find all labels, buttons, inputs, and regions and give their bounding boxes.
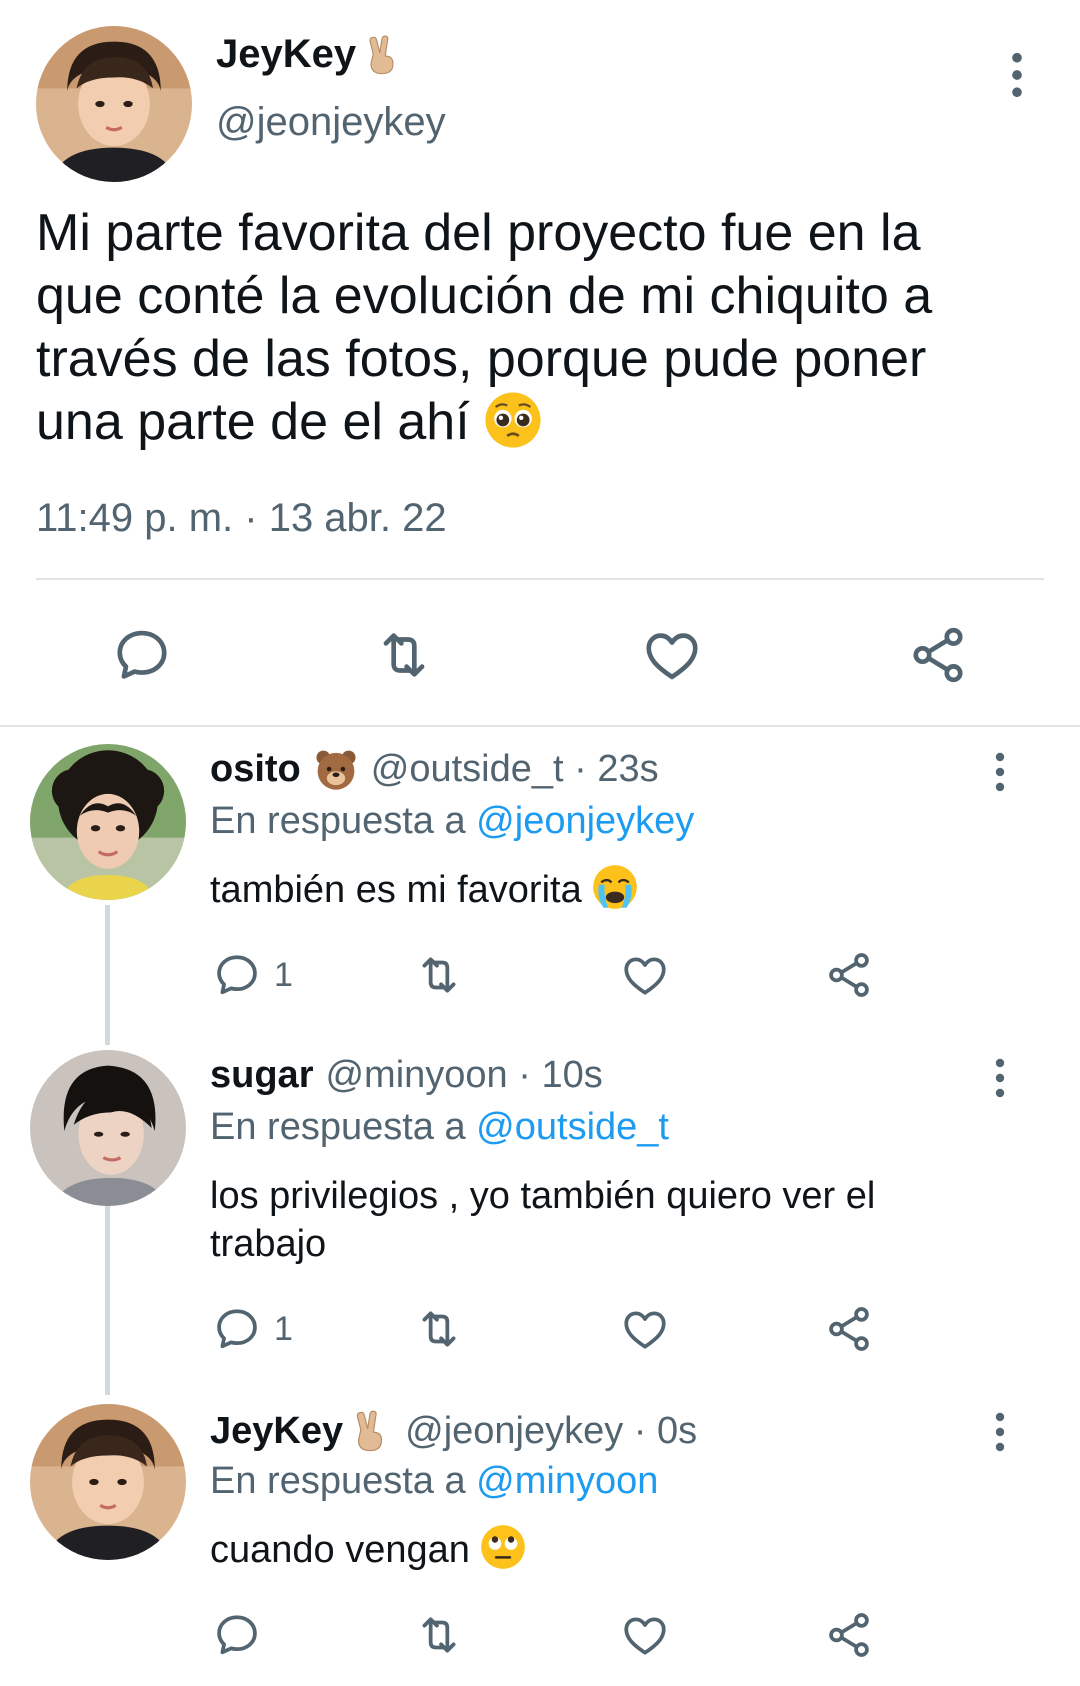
reply-button[interactable]: 1 (212, 950, 293, 1000)
author-name-row[interactable]: JeyKey (216, 32, 404, 77)
mention-link[interactable]: @jeonjeykey (476, 800, 694, 842)
more-options-icon[interactable] (990, 752, 1010, 792)
reply-button[interactable] (212, 1610, 262, 1660)
replying-to: En respuesta a @minyoon (210, 1460, 659, 1502)
tweet-text: Mi parte favorita del proyecto fue en la… (36, 202, 1036, 454)
reply-header[interactable]: sugar @minyoon · 10s (210, 1054, 603, 1097)
reply-author-name[interactable]: sugar (210, 1054, 313, 1097)
like-icon (641, 624, 703, 686)
reply-header[interactable]: JeyKey @jeonjeykey · 0s (210, 1408, 697, 1454)
retweet-icon (414, 1610, 464, 1660)
reply-icon (212, 950, 262, 1000)
reply-button[interactable]: 1 (212, 1304, 293, 1354)
reply-author-name[interactable]: osito (210, 748, 301, 791)
retweet-button[interactable] (414, 1610, 464, 1660)
reply-handle-time[interactable]: @outside_t · 23s (371, 748, 659, 791)
reply-text: también es mi favorita (210, 864, 638, 914)
replying-to: En respuesta a @jeonjeykey (210, 800, 695, 842)
reply-icon (212, 1610, 262, 1660)
reply-header[interactable]: osito @outside_t · 23s (210, 746, 659, 792)
retweet-button[interactable] (368, 622, 440, 688)
reply-avatar[interactable] (30, 1050, 186, 1206)
share-icon (824, 950, 874, 1000)
share-button[interactable] (902, 622, 974, 688)
retweet-icon (414, 950, 464, 1000)
reply-icon (111, 624, 173, 686)
retweet-icon (414, 1304, 464, 1354)
like-button[interactable] (620, 1304, 670, 1354)
divider (0, 725, 1080, 727)
reply-avatar[interactable] (30, 1404, 186, 1560)
author-handle[interactable]: @jeonjeykey (216, 100, 446, 145)
reply-text: los privilegios , yo también quiero ver … (210, 1175, 876, 1265)
replying-to: En respuesta a @outside_t (210, 1106, 669, 1148)
tweet-timestamp[interactable]: 11:49 p. m. · 13 abr. 22 (36, 496, 447, 541)
like-icon (620, 1304, 670, 1354)
share-icon (824, 1304, 874, 1354)
more-options-icon[interactable] (990, 1412, 1010, 1452)
victory-hand-emoji-icon (360, 33, 404, 77)
share-icon (824, 1610, 874, 1660)
reply-author-name[interactable]: JeyKey (210, 1410, 343, 1453)
reply-count: 1 (274, 1309, 293, 1348)
author-avatar[interactable] (36, 26, 192, 182)
reply-handle-time[interactable]: @minyoon · 10s (325, 1054, 602, 1097)
like-icon (620, 1610, 670, 1660)
retweet-button[interactable] (414, 1304, 464, 1354)
thread-line (105, 905, 110, 1045)
reply-text: cuando vengan (210, 1524, 526, 1574)
more-options-icon[interactable] (1005, 52, 1029, 98)
share-button[interactable] (824, 1610, 874, 1660)
bear-emoji-icon (313, 746, 359, 792)
like-button[interactable] (620, 950, 670, 1000)
retweet-icon (373, 624, 435, 686)
mention-link[interactable]: @outside_t (476, 1106, 669, 1148)
like-icon (620, 950, 670, 1000)
reply-icon (212, 1304, 262, 1354)
share-icon (907, 624, 969, 686)
more-options-icon[interactable] (990, 1058, 1010, 1098)
share-button[interactable] (824, 1304, 874, 1354)
mention-link[interactable]: @minyoon (476, 1460, 658, 1502)
pleading-face-emoji-icon (484, 391, 542, 449)
divider (36, 578, 1044, 580)
crying-face-emoji-icon (592, 864, 638, 910)
like-button[interactable] (636, 622, 708, 688)
reply-avatar[interactable] (30, 744, 186, 900)
author-name[interactable]: JeyKey (216, 32, 356, 77)
share-button[interactable] (824, 950, 874, 1000)
thread-line (105, 1205, 110, 1395)
reply-handle-time[interactable]: @jeonjeykey · 0s (405, 1410, 697, 1453)
like-button[interactable] (620, 1610, 670, 1660)
reply-count: 1 (274, 955, 293, 994)
victory-hand-emoji-icon (347, 1408, 393, 1454)
retweet-button[interactable] (414, 950, 464, 1000)
reply-button[interactable] (106, 622, 178, 688)
eye-roll-emoji-icon (480, 1524, 526, 1570)
